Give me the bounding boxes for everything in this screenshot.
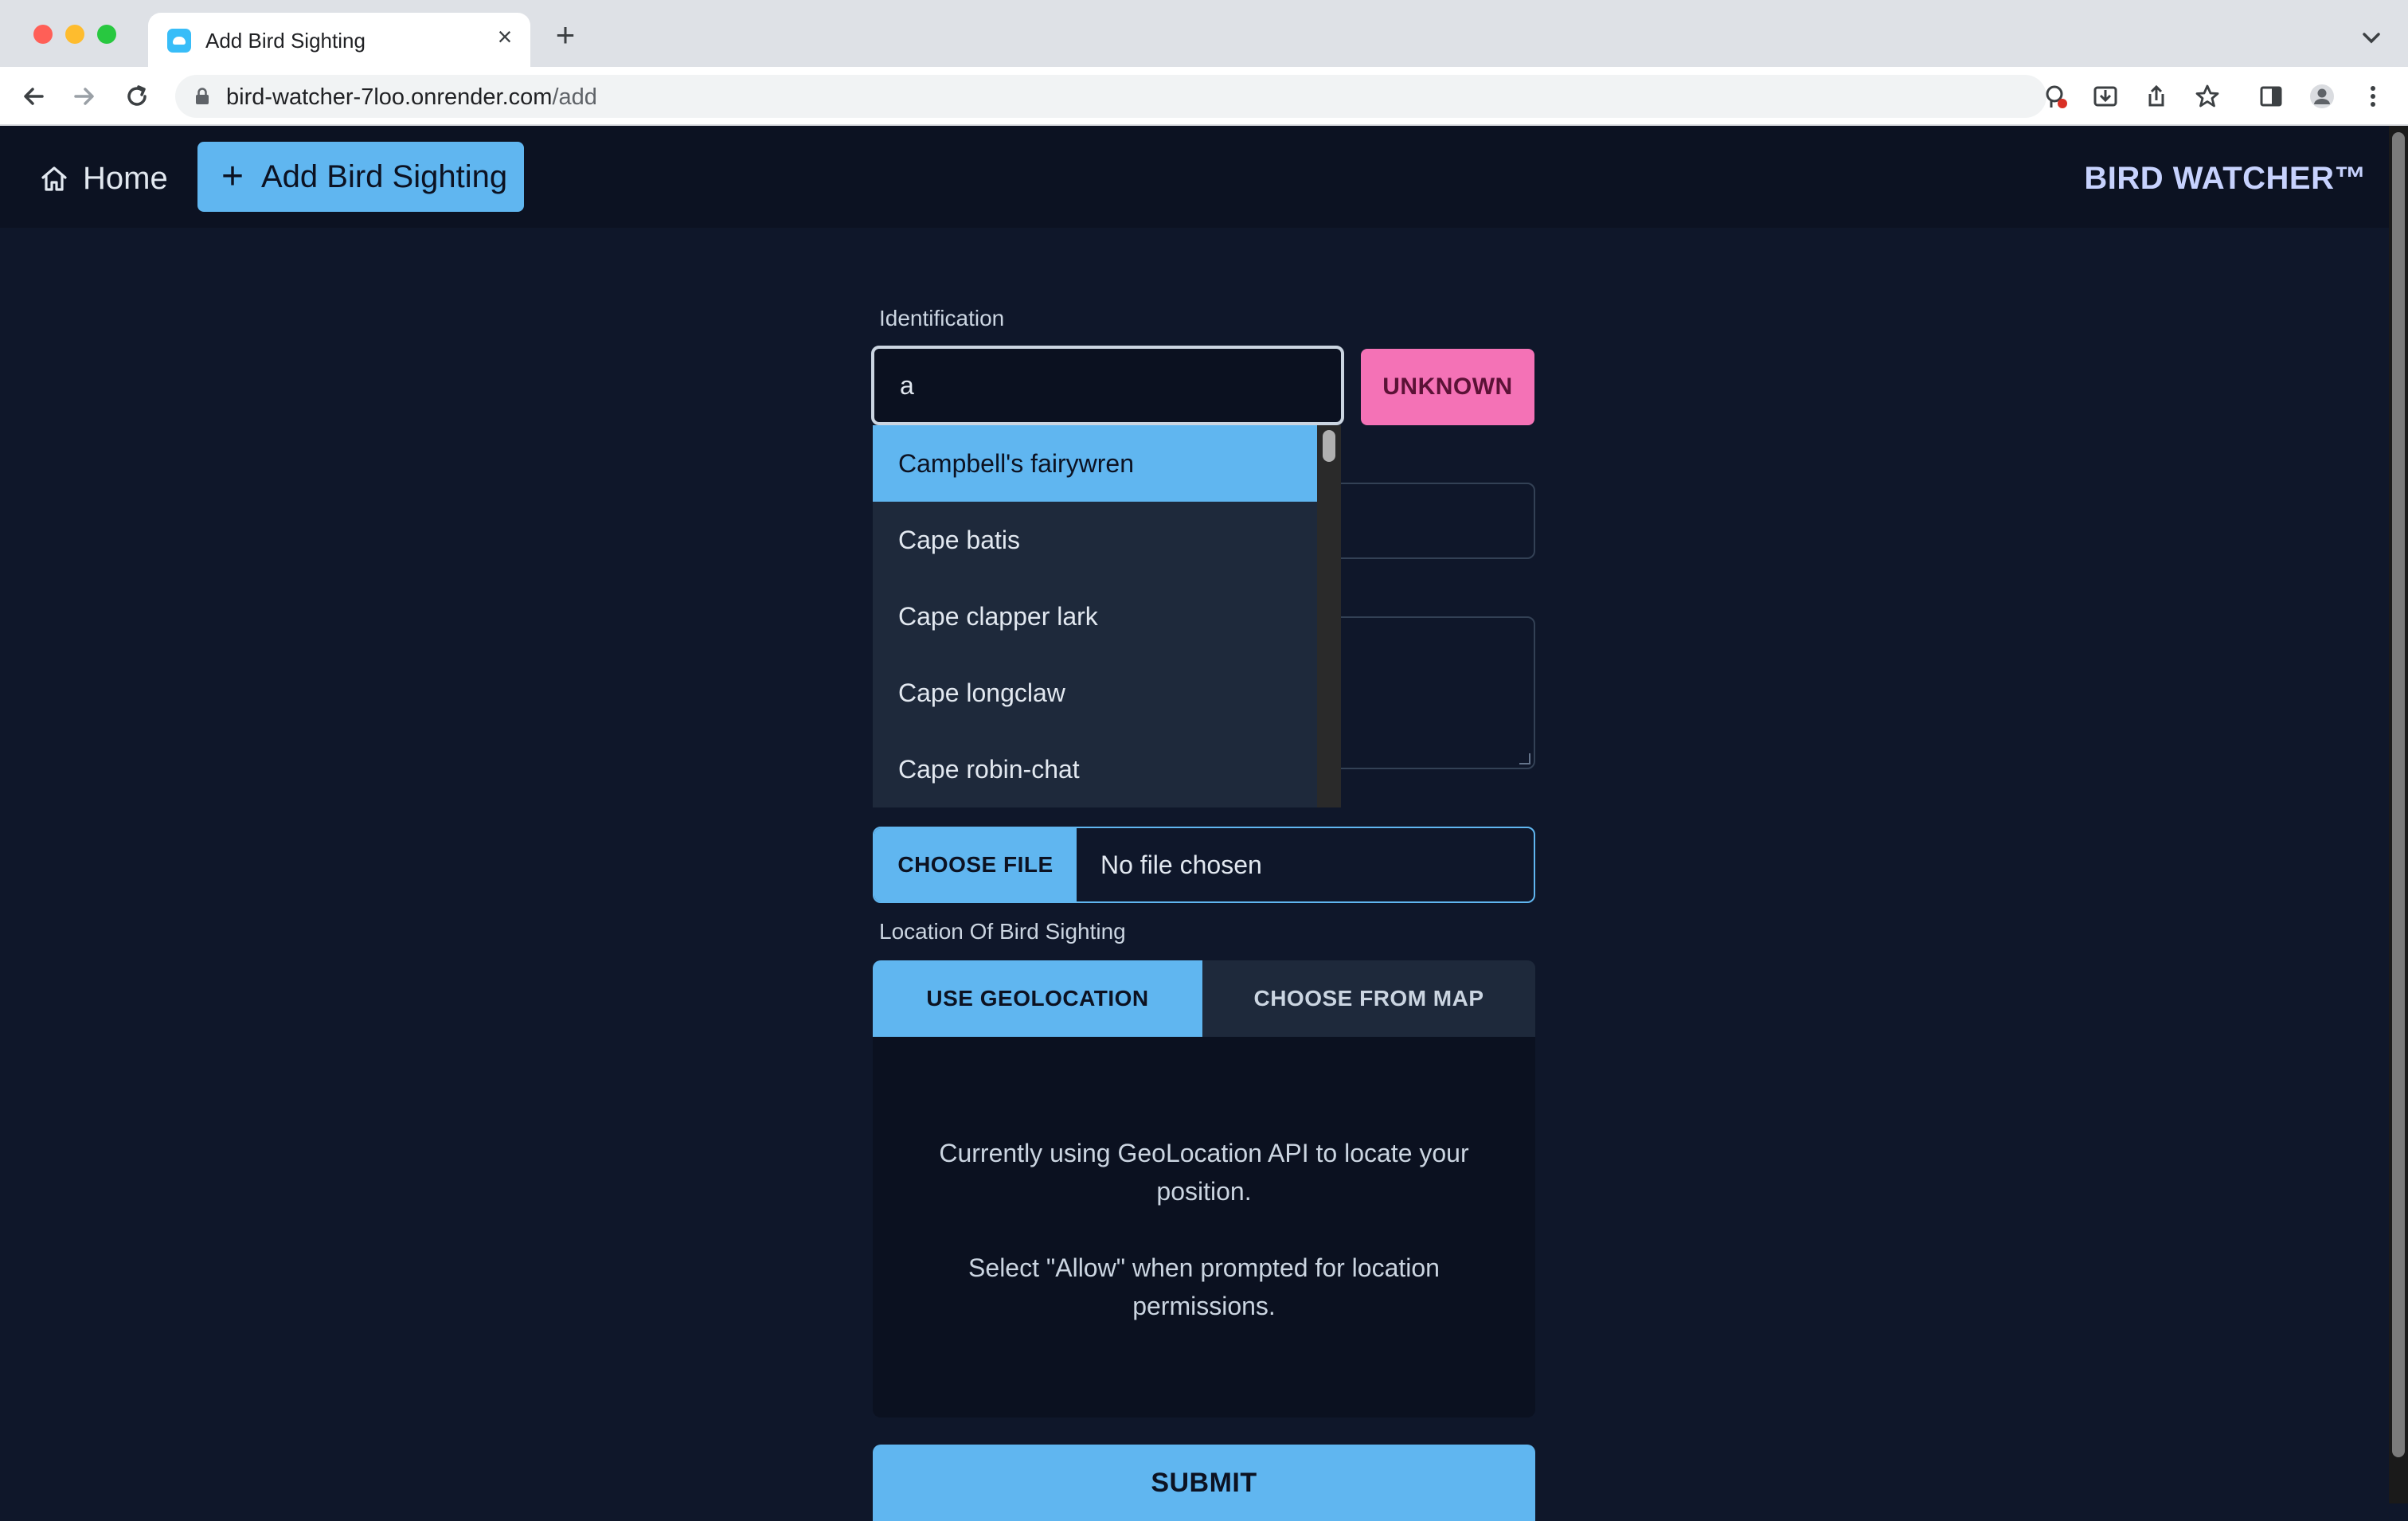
browser-tab-bar: Add Bird Sighting × + <box>0 0 2408 67</box>
suggestion-item[interactable]: Cape clapper lark <box>873 578 1317 655</box>
tab-use-geolocation[interactable]: USE GEOLOCATION <box>873 960 1202 1037</box>
suggestions-scrollbar[interactable] <box>1317 425 1341 807</box>
add-bird-sighting-button[interactable]: + Add Bird Sighting <box>197 142 524 212</box>
suggestions-scrollbar-thumb[interactable] <box>1323 430 1335 462</box>
home-icon <box>41 166 67 191</box>
suggestion-item[interactable]: Cape longclaw <box>873 655 1317 731</box>
site-favicon-icon <box>167 29 191 53</box>
identification-input[interactable] <box>871 346 1344 425</box>
forward-arrow-icon[interactable] <box>68 80 100 112</box>
side-panel-icon[interactable] <box>2255 80 2287 112</box>
close-window-button[interactable] <box>33 25 53 44</box>
location-tabs: USE GEOLOCATION CHOOSE FROM MAP <box>873 960 1535 1037</box>
submit-button[interactable]: SUBMIT <box>873 1445 1535 1521</box>
back-arrow-icon[interactable] <box>18 80 49 112</box>
home-link-label: Home <box>83 161 168 196</box>
extension-icon[interactable] <box>2040 80 2072 112</box>
install-app-icon[interactable] <box>2089 80 2121 112</box>
tab-search-chevron-icon[interactable] <box>2355 22 2387 54</box>
location-label: Location Of Bird Sighting <box>879 919 1126 944</box>
brand-title: BIRD WATCHER™ <box>2084 161 2367 196</box>
plus-icon: + <box>221 155 244 197</box>
browser-toolbar: bird-watcher-7loo.onrender.com/add <box>0 67 2408 126</box>
geolocation-message: Currently using GeoLocation API to locat… <box>939 1139 1469 1206</box>
suggestion-item[interactable]: Cape batis <box>873 502 1317 578</box>
more-options-icon[interactable] <box>2357 80 2389 112</box>
file-upload-field[interactable]: CHOOSE FILE No file chosen <box>873 827 1535 903</box>
bookmark-star-icon[interactable] <box>2191 80 2223 112</box>
tab-title: Add Bird Sighting <box>205 29 366 53</box>
reload-icon[interactable] <box>121 80 153 112</box>
app-header: Home + Add Bird Sighting BIRD WATCHER™ <box>0 126 2389 228</box>
geolocation-permission-hint: Select "Allow" when prompted for locatio… <box>968 1253 1440 1320</box>
file-status-text: No file chosen <box>1100 850 1262 879</box>
url-text: bird-watcher-7loo.onrender.com/add <box>226 84 597 111</box>
minimize-window-button[interactable] <box>65 25 84 44</box>
unknown-button[interactable]: UNKNOWN <box>1361 349 1534 425</box>
new-tab-button[interactable]: + <box>549 18 581 52</box>
address-bar[interactable]: bird-watcher-7loo.onrender.com/add <box>175 75 2046 118</box>
geolocation-panel: Currently using GeoLocation API to locat… <box>873 1037 1535 1417</box>
add-bird-sighting-label: Add Bird Sighting <box>261 159 508 194</box>
maximize-window-button[interactable] <box>97 25 116 44</box>
lock-icon[interactable] <box>193 87 212 106</box>
identification-label: Identification <box>879 306 1005 330</box>
resize-handle-icon[interactable] <box>1519 753 1530 764</box>
url-path: /add <box>552 84 597 110</box>
tab-choose-from-map[interactable]: CHOOSE FROM MAP <box>1202 960 1535 1037</box>
suggestion-item[interactable]: Campbell's fairywren <box>873 425 1317 502</box>
suggestion-item[interactable]: Cape robin-chat <box>873 731 1317 807</box>
choose-file-button[interactable]: CHOOSE FILE <box>874 828 1077 901</box>
identification-suggestions-list: Campbell's fairywren Cape batis Cape cla… <box>873 425 1341 807</box>
tab-close-icon[interactable]: × <box>492 24 518 49</box>
profile-avatar-icon[interactable] <box>2306 80 2338 112</box>
share-icon[interactable] <box>2140 80 2172 112</box>
browser-tab-active[interactable]: Add Bird Sighting × <box>148 13 530 67</box>
page-scrollbar-thumb[interactable] <box>2392 132 2405 1457</box>
url-host: bird-watcher-7loo.onrender.com <box>226 84 553 110</box>
